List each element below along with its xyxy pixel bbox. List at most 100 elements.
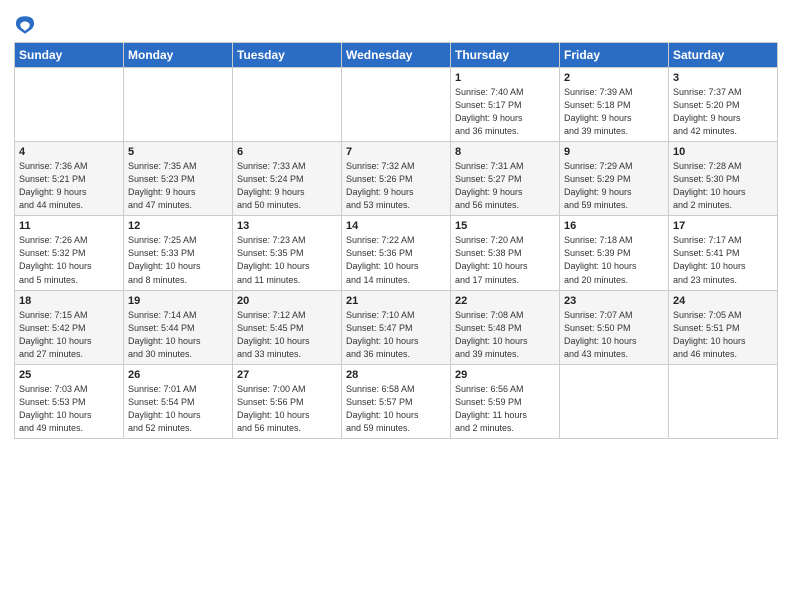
day-info: Sunrise: 7:01 AM Sunset: 5:54 PM Dayligh… — [128, 383, 228, 435]
day-info: Sunrise: 6:58 AM Sunset: 5:57 PM Dayligh… — [346, 383, 446, 435]
calendar-cell — [342, 68, 451, 142]
day-number: 1 — [455, 72, 555, 84]
day-info: Sunrise: 7:17 AM Sunset: 5:41 PM Dayligh… — [673, 234, 773, 286]
calendar-cell — [124, 68, 233, 142]
calendar-cell — [15, 68, 124, 142]
weekday-header-tuesday: Tuesday — [233, 43, 342, 68]
day-number: 28 — [346, 369, 446, 381]
day-number: 21 — [346, 295, 446, 307]
day-info: Sunrise: 7:40 AM Sunset: 5:17 PM Dayligh… — [455, 86, 555, 138]
day-info: Sunrise: 7:18 AM Sunset: 5:39 PM Dayligh… — [564, 234, 664, 286]
calendar-cell — [233, 68, 342, 142]
calendar-cell: 10Sunrise: 7:28 AM Sunset: 5:30 PM Dayli… — [669, 142, 778, 216]
day-number: 25 — [19, 369, 119, 381]
day-info: Sunrise: 7:39 AM Sunset: 5:18 PM Dayligh… — [564, 86, 664, 138]
calendar-cell: 5 Sunrise: 7:35 AM Sunset: 5:23 PM Daylig… — [124, 142, 233, 216]
day-info: Sunrise: 7:29 AM Sunset: 5:29 PM Dayligh… — [564, 160, 664, 212]
weekday-header-saturday: Saturday — [669, 43, 778, 68]
calendar-cell: 17 Sunrise: 7:17 AM Sunset: 5:41 PM Dayli… — [669, 216, 778, 290]
calendar-cell: 14 Sunrise: 7:22 AM Sunset: 5:36 PM Dayli… — [342, 216, 451, 290]
day-info: Sunrise: 7:12 AM Sunset: 5:45 PM Dayligh… — [237, 309, 337, 361]
calendar-week-row: 1 Sunrise: 7:40 AM Sunset: 5:17 PM Daylig… — [15, 68, 778, 142]
day-number: 11 — [19, 220, 119, 232]
day-info: Sunrise: 7:32 AM Sunset: 5:26 PM Dayligh… — [346, 160, 446, 212]
day-info: Sunrise: 7:22 AM Sunset: 5:36 PM Dayligh… — [346, 234, 446, 286]
day-number: 13 — [237, 220, 337, 232]
calendar-cell: 28 Sunrise: 6:58 AM Sunset: 5:57 PM Dayli… — [342, 364, 451, 438]
calendar-cell: 29 Sunrise: 6:56 AM Sunset: 5:59 PM Dayli… — [451, 364, 560, 438]
day-number: 6 — [237, 146, 337, 158]
day-info: Sunrise: 7:10 AM Sunset: 5:47 PM Dayligh… — [346, 309, 446, 361]
day-number: 29 — [455, 369, 555, 381]
day-info: Sunrise: 7:31 AM Sunset: 5:27 PM Dayligh… — [455, 160, 555, 212]
day-info: Sunrise: 7:28 AM Sunset: 5:30 PM Dayligh… — [673, 160, 773, 212]
calendar-cell: 4Sunrise: 7:36 AM Sunset: 5:21 PM Daylig… — [15, 142, 124, 216]
header — [14, 10, 778, 36]
day-info: Sunrise: 7:20 AM Sunset: 5:38 PM Dayligh… — [455, 234, 555, 286]
day-info: Sunrise: 7:08 AM Sunset: 5:48 PM Dayligh… — [455, 309, 555, 361]
calendar-week-row: 11 Sunrise: 7:26 AM Sunset: 5:32 PM Dayli… — [15, 216, 778, 290]
day-number: 7 — [346, 146, 446, 158]
calendar-cell: 13 Sunrise: 7:23 AM Sunset: 5:35 PM Dayli… — [233, 216, 342, 290]
calendar-cell: 11 Sunrise: 7:26 AM Sunset: 5:32 PM Dayli… — [15, 216, 124, 290]
calendar-cell: 7 Sunrise: 7:32 AM Sunset: 5:26 PM Daylig… — [342, 142, 451, 216]
calendar-cell: 1 Sunrise: 7:40 AM Sunset: 5:17 PM Daylig… — [451, 68, 560, 142]
day-info: Sunrise: 7:23 AM Sunset: 5:35 PM Dayligh… — [237, 234, 337, 286]
day-info: Sunrise: 7:07 AM Sunset: 5:50 PM Dayligh… — [564, 309, 664, 361]
day-number: 8 — [455, 146, 555, 158]
day-number: 14 — [346, 220, 446, 232]
calendar-week-row: 18 Sunrise: 7:15 AM Sunset: 5:42 PM Dayli… — [15, 290, 778, 364]
calendar-cell: 19Sunrise: 7:14 AM Sunset: 5:44 PM Dayli… — [124, 290, 233, 364]
calendar-cell: 22 Sunrise: 7:08 AM Sunset: 5:48 PM Dayli… — [451, 290, 560, 364]
day-info: Sunrise: 7:33 AM Sunset: 5:24 PM Dayligh… — [237, 160, 337, 212]
day-info: Sunrise: 7:35 AM Sunset: 5:23 PM Dayligh… — [128, 160, 228, 212]
day-number: 2 — [564, 72, 664, 84]
calendar-cell: 23 Sunrise: 7:07 AM Sunset: 5:50 PM Dayli… — [560, 290, 669, 364]
calendar-cell: 8 Sunrise: 7:31 AM Sunset: 5:27 PM Daylig… — [451, 142, 560, 216]
day-number: 23 — [564, 295, 664, 307]
calendar-cell: 27 Sunrise: 7:00 AM Sunset: 5:56 PM Dayli… — [233, 364, 342, 438]
calendar-week-row: 4Sunrise: 7:36 AM Sunset: 5:21 PM Daylig… — [15, 142, 778, 216]
day-number: 18 — [19, 295, 119, 307]
day-number: 20 — [237, 295, 337, 307]
day-info: Sunrise: 7:26 AM Sunset: 5:32 PM Dayligh… — [19, 234, 119, 286]
calendar-cell: 2 Sunrise: 7:39 AM Sunset: 5:18 PM Daylig… — [560, 68, 669, 142]
day-info: Sunrise: 6:56 AM Sunset: 5:59 PM Dayligh… — [455, 383, 555, 435]
calendar-cell: 18 Sunrise: 7:15 AM Sunset: 5:42 PM Dayli… — [15, 290, 124, 364]
calendar-cell — [669, 364, 778, 438]
calendar-cell: 26 Sunrise: 7:01 AM Sunset: 5:54 PM Dayli… — [124, 364, 233, 438]
day-number: 12 — [128, 220, 228, 232]
day-number: 5 — [128, 146, 228, 158]
day-number: 22 — [455, 295, 555, 307]
page-container: SundayMondayTuesdayWednesdayThursdayFrid… — [0, 0, 792, 445]
calendar-cell: 9Sunrise: 7:29 AM Sunset: 5:29 PM Daylig… — [560, 142, 669, 216]
calendar-cell: 12Sunrise: 7:25 AM Sunset: 5:33 PM Dayli… — [124, 216, 233, 290]
weekday-header-friday: Friday — [560, 43, 669, 68]
calendar-cell: 15Sunrise: 7:20 AM Sunset: 5:38 PM Dayli… — [451, 216, 560, 290]
weekday-header-sunday: Sunday — [15, 43, 124, 68]
day-number: 19 — [128, 295, 228, 307]
calendar-cell: 6 Sunrise: 7:33 AM Sunset: 5:24 PM Daylig… — [233, 142, 342, 216]
calendar-cell — [560, 364, 669, 438]
weekday-header-monday: Monday — [124, 43, 233, 68]
calendar-cell: 24 Sunrise: 7:05 AM Sunset: 5:51 PM Dayli… — [669, 290, 778, 364]
calendar-cell: 20 Sunrise: 7:12 AM Sunset: 5:45 PM Dayli… — [233, 290, 342, 364]
day-info: Sunrise: 7:15 AM Sunset: 5:42 PM Dayligh… — [19, 309, 119, 361]
weekday-header-wednesday: Wednesday — [342, 43, 451, 68]
day-info: Sunrise: 7:00 AM Sunset: 5:56 PM Dayligh… — [237, 383, 337, 435]
calendar-table: SundayMondayTuesdayWednesdayThursdayFrid… — [14, 42, 778, 439]
day-number: 4 — [19, 146, 119, 158]
day-info: Sunrise: 7:03 AM Sunset: 5:53 PM Dayligh… — [19, 383, 119, 435]
day-number: 16 — [564, 220, 664, 232]
day-number: 26 — [128, 369, 228, 381]
weekday-header-thursday: Thursday — [451, 43, 560, 68]
day-number: 24 — [673, 295, 773, 307]
day-info: Sunrise: 7:05 AM Sunset: 5:51 PM Dayligh… — [673, 309, 773, 361]
calendar-week-row: 25 Sunrise: 7:03 AM Sunset: 5:53 PM Dayli… — [15, 364, 778, 438]
logo — [14, 14, 38, 36]
calendar-cell: 16 Sunrise: 7:18 AM Sunset: 5:39 PM Dayli… — [560, 216, 669, 290]
calendar-cell: 3Sunrise: 7:37 AM Sunset: 5:20 PM Daylig… — [669, 68, 778, 142]
day-number: 17 — [673, 220, 773, 232]
day-number: 27 — [237, 369, 337, 381]
weekday-header-row: SundayMondayTuesdayWednesdayThursdayFrid… — [15, 43, 778, 68]
